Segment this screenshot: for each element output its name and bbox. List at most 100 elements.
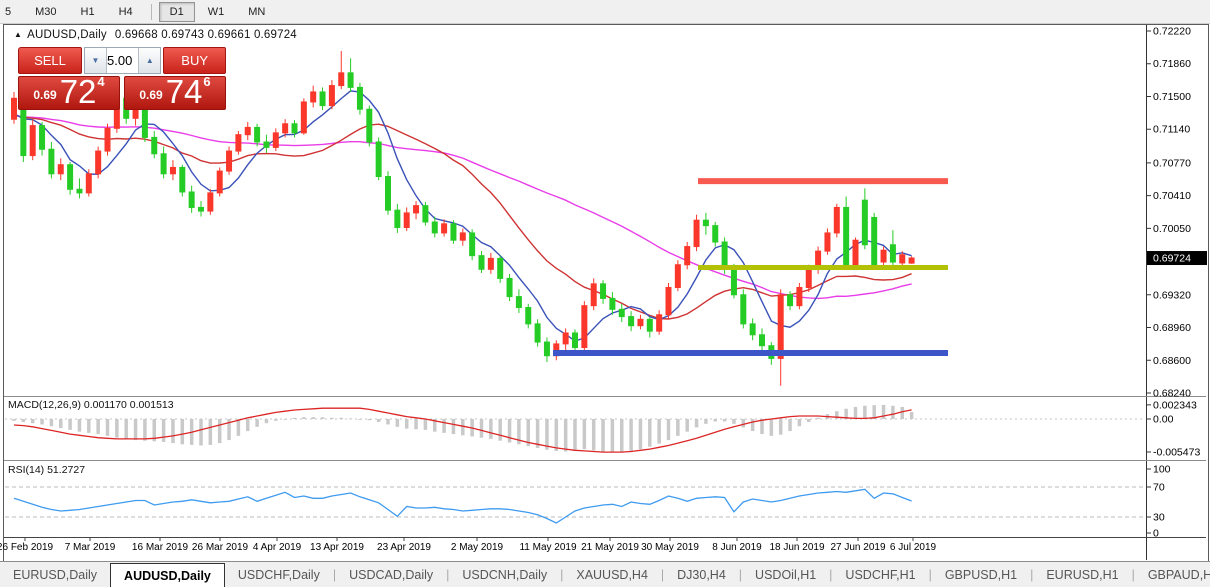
volume-decrease-icon[interactable]: ▼: [85, 48, 107, 73]
buy-price-big: 74: [166, 79, 203, 105]
tab-usdchf-h1[interactable]: USDCHF,H1: [832, 562, 928, 587]
macd-histogram-bar: [760, 419, 764, 434]
price-axis-label: 0.71860: [1153, 58, 1191, 70]
volume-increase-icon[interactable]: ▲: [138, 48, 160, 73]
candle-body: [890, 245, 895, 262]
macd-histogram-bar: [209, 419, 213, 445]
volume-input[interactable]: 5.00: [107, 48, 138, 73]
macd-histogram-bar: [40, 419, 44, 424]
macd-histogram-bar: [555, 419, 559, 451]
macd-histogram-bar: [358, 419, 362, 420]
tab-usdchf-daily[interactable]: USDCHF,Daily: [225, 562, 333, 587]
candle-body: [77, 189, 82, 193]
candle-body: [872, 217, 877, 264]
candle-body: [283, 124, 288, 133]
macd-histogram-bar: [368, 419, 372, 420]
macd-histogram-bar: [134, 419, 138, 440]
candle-body: [329, 86, 334, 106]
timeframe-button-d1[interactable]: D1: [159, 2, 195, 22]
timeframe-toolbar: 5M30H1H4 D1W1MN: [0, 0, 1210, 24]
rsi-label: RSI(14) 51.2727: [8, 464, 85, 476]
date-axis-label: 4 Apr 2019: [253, 542, 302, 553]
price-axis-label: 0.71140: [1153, 124, 1190, 136]
candle-body: [395, 210, 400, 227]
candle-body: [507, 278, 512, 296]
tab-gbpaud-h1[interactable]: GBPAUD,H1: [1135, 562, 1210, 587]
tab-usdcad-daily[interactable]: USDCAD,Daily: [336, 562, 446, 587]
price-axis-label: 0.70050: [1153, 223, 1191, 235]
candle-body: [180, 167, 185, 192]
candle-body: [797, 287, 802, 305]
tab-dj30-h4[interactable]: DJ30,H4: [664, 562, 739, 587]
tab-audusd-daily[interactable]: AUDUSD,Daily: [110, 563, 225, 587]
timeframe-button-mn[interactable]: MN: [237, 2, 276, 22]
candle-body: [105, 128, 110, 151]
rsi-axis-label: 70: [1153, 482, 1165, 494]
date-axis-label: 26 Mar 2019: [192, 542, 249, 553]
candle-body: [451, 224, 456, 240]
macd-histogram-bar: [564, 419, 568, 452]
macd-axis-label: 0.002343: [1153, 399, 1197, 411]
macd-histogram-bar: [910, 412, 914, 419]
timeframe-button-h1[interactable]: H1: [70, 2, 106, 22]
collapse-icon[interactable]: ▲: [14, 30, 22, 39]
candle-body: [657, 315, 662, 331]
macd-histogram-bar: [283, 419, 287, 420]
sell-button[interactable]: SELL: [18, 47, 82, 74]
macd-histogram-bar: [68, 419, 72, 430]
timeframe-button-h4[interactable]: H4: [108, 2, 144, 22]
tab-usdcnh-daily[interactable]: USDCNH,Daily: [449, 562, 560, 587]
timeframe-button-5[interactable]: 5: [0, 2, 22, 22]
buy-price-box[interactable]: 0.69 74 6: [124, 76, 226, 110]
tab-gbpusd-h1[interactable]: GBPUSD,H1: [932, 562, 1030, 587]
buy-button[interactable]: BUY: [163, 47, 226, 74]
candle-body: [170, 167, 175, 173]
macd-histogram-bar: [714, 419, 718, 421]
timeframe-button-w1[interactable]: W1: [197, 2, 236, 22]
sell-price-box[interactable]: 0.69 72 4: [18, 76, 120, 110]
macd-histogram-bar: [592, 419, 596, 450]
date-axis-label: 6 Jul 2019: [890, 542, 937, 553]
candle-body: [217, 171, 222, 193]
macd-histogram-bar: [620, 419, 624, 452]
candle-body: [498, 258, 503, 278]
date-axis-label: 11 May 2019: [519, 542, 577, 553]
toolbar-separator: [151, 4, 152, 20]
candle-body: [488, 258, 493, 269]
macd-histogram-bar: [798, 419, 802, 426]
candle-body: [479, 256, 484, 270]
macd-histogram-bar: [657, 419, 661, 444]
candle-body: [264, 142, 269, 147]
date-axis-label: 26 Feb 2019: [0, 542, 54, 553]
price-axis-label: 0.68600: [1153, 355, 1191, 367]
candle-body: [68, 165, 73, 190]
tab-eurusd-daily[interactable]: EURUSD,Daily: [0, 562, 110, 587]
macd-histogram-bar: [377, 419, 381, 422]
date-axis-label: 21 May 2019: [581, 542, 639, 553]
macd-histogram-bar: [386, 419, 390, 424]
candle-body: [86, 174, 91, 193]
macd-histogram-bar: [31, 419, 35, 423]
candle-body: [563, 333, 568, 344]
candle-body: [778, 295, 783, 359]
timeframe-button-m30[interactable]: M30: [24, 2, 67, 22]
tab-usdoil-h1[interactable]: USDOil,H1: [742, 562, 829, 587]
macd-histogram-bar: [611, 419, 615, 452]
tab-eurusd-h1[interactable]: EURUSD,H1: [1033, 562, 1131, 587]
macd-histogram-bar: [751, 419, 755, 431]
macd-histogram-bar: [452, 419, 456, 434]
macd-histogram-bar: [639, 419, 643, 449]
macd-histogram-bar: [854, 407, 858, 419]
buy-price-sup: 6: [203, 74, 210, 89]
ma-fast-line: [14, 91, 912, 341]
macd-histogram-bar: [106, 419, 110, 436]
candle-body: [694, 220, 699, 246]
candle-body: [844, 207, 849, 264]
tab-xauusd-h4[interactable]: XAUUSD,H4: [563, 562, 661, 587]
candle-body: [348, 73, 353, 88]
candle-body: [591, 284, 596, 306]
date-axis-label: 7 Mar 2019: [65, 542, 116, 553]
macd-histogram-bar: [442, 419, 446, 433]
candle-body: [30, 126, 35, 156]
candle-body: [292, 124, 297, 133]
